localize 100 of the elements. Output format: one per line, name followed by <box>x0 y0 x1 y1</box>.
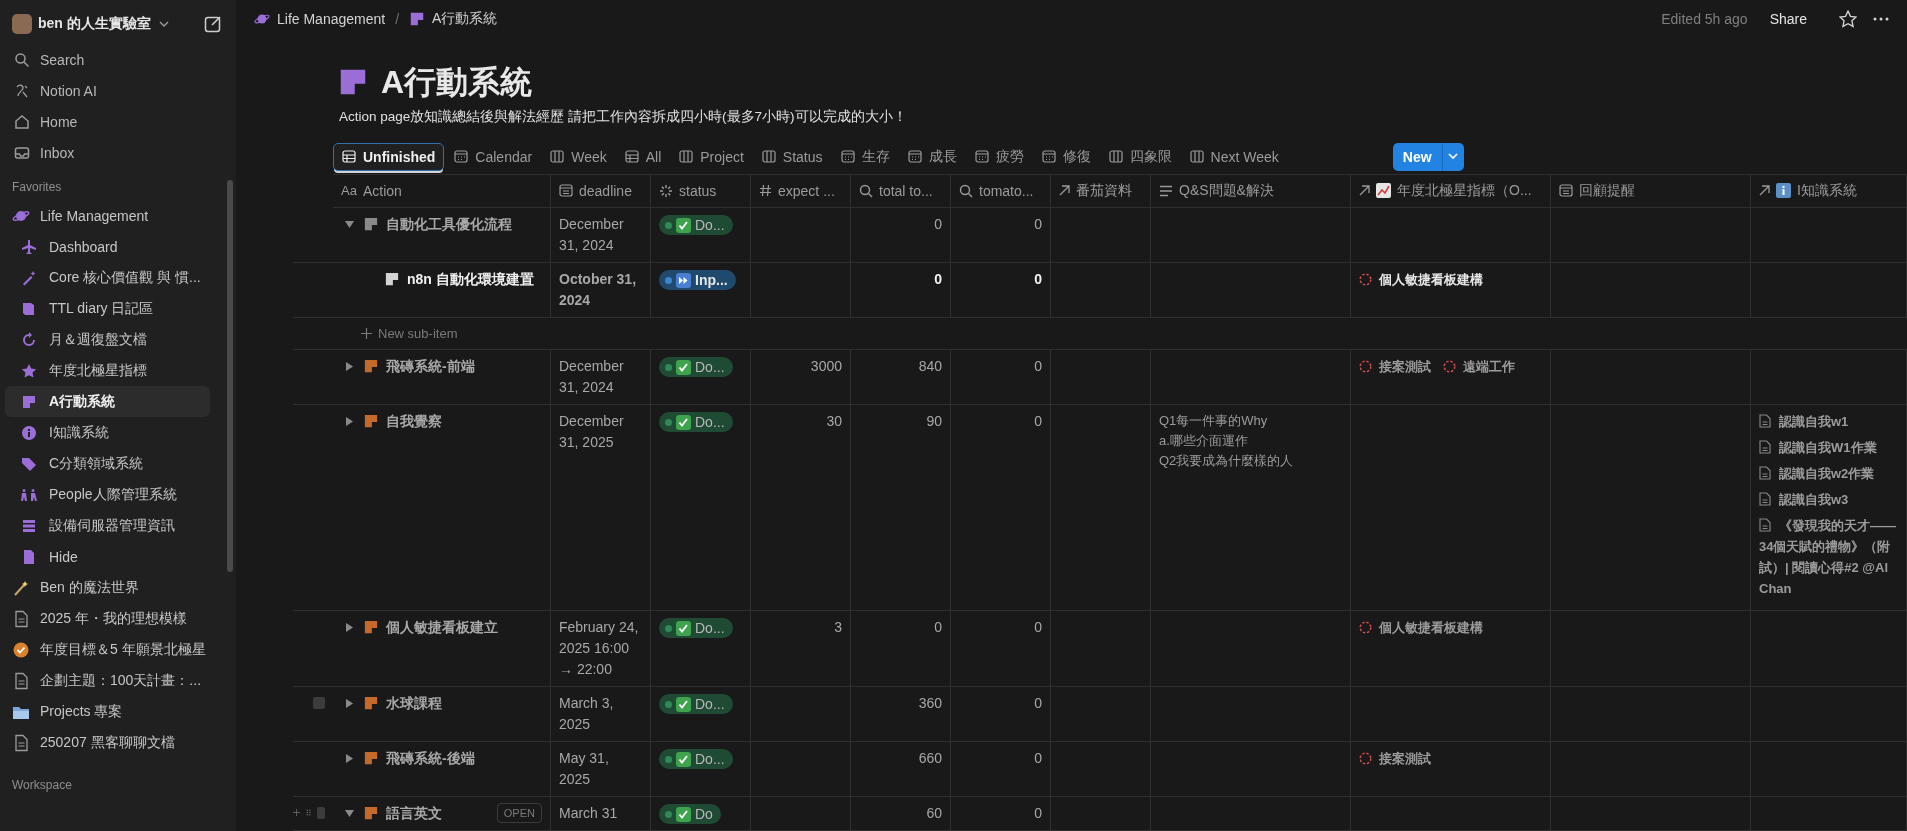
relation-link[interactable]: 遠端工作 <box>1443 355 1515 377</box>
sidebar-item[interactable]: 年度目標＆5 年願景北極星 <box>5 634 210 665</box>
collapse-triangle-icon[interactable] <box>345 808 354 818</box>
sidebar-item[interactable]: Projects 專案 <box>5 696 210 727</box>
sidebar-item[interactable]: Dashboard <box>5 231 210 262</box>
sidebar-item[interactable]: 2025 年・我的理想模樣 <box>5 603 210 634</box>
section-title: Favorites <box>11 179 63 196</box>
avatar-icon[interactable] <box>12 14 32 34</box>
breadcrumb-link[interactable]: Life Management <box>254 10 386 27</box>
table-cell[interactable]: 飛磚系統-後端 <box>333 741 551 796</box>
open-button[interactable]: OPEN <box>496 802 542 823</box>
relation-link[interactable]: 接案測試 <box>1359 355 1431 377</box>
expand-triangle-icon[interactable] <box>345 622 354 632</box>
view-tab[interactable]: Unfinished <box>333 142 445 171</box>
view-tab[interactable]: Status <box>753 142 831 171</box>
view-tab[interactable]: 疲勞 <box>966 142 1032 171</box>
table-cell[interactable]: 自動化工具優化流程 <box>333 207 551 262</box>
column-header[interactable]: Q&S問題&解決 <box>1151 174 1351 207</box>
scrollbar[interactable] <box>227 180 233 572</box>
share-button[interactable]: Share <box>1763 6 1813 31</box>
caret-icon[interactable] <box>158 19 169 29</box>
relation-link[interactable]: 接案測試 <box>1359 747 1431 769</box>
sidebar-item[interactable]: I知識系統 <box>5 417 210 448</box>
column-header[interactable]: tomato... <box>951 174 1051 207</box>
more-icon[interactable] <box>1873 16 1889 21</box>
table-cell[interactable]: 自我覺察 <box>333 404 551 610</box>
table-cell[interactable]: n8n 自動化環境建置 <box>333 262 551 317</box>
sidebar-item[interactable]: 月＆週復盤文檔 <box>5 324 210 355</box>
sidebar-item[interactable]: Core 核心價值觀 與 慣... <box>5 262 210 293</box>
sidebar-item[interactable]: 企劃主題：100天計畫：... <box>5 665 210 696</box>
sidebar-item[interactable]: Hide <box>5 541 210 572</box>
sidebar-item[interactable]: C分類領域系統 <box>5 448 210 479</box>
table-cell[interactable]: 水球課程 <box>333 686 551 741</box>
status-tag: Do... <box>659 694 733 714</box>
column-header[interactable]: 年度北極星指標（O... <box>1351 174 1551 207</box>
sidebar-item[interactable]: 250207 黑客聊聊文檔 <box>5 727 210 758</box>
number-text: 660 <box>918 749 942 766</box>
column-header[interactable]: I知識系統 <box>1751 174 1907 207</box>
sidebar-item[interactable]: Life Management <box>5 200 210 231</box>
nav-item[interactable]: Search <box>5 44 228 75</box>
note-icon[interactable] <box>339 67 367 96</box>
column-header[interactable]: Aa Action <box>333 174 551 207</box>
row-checkbox[interactable] <box>313 696 325 709</box>
view-tab[interactable]: Project <box>671 142 752 171</box>
view-tab[interactable]: 生存 <box>832 142 898 171</box>
page-link[interactable]: 認識自我w2作業 <box>1759 462 1875 484</box>
workspace-name[interactable]: ben 的人生實驗室 <box>38 15 151 33</box>
column-header[interactable]: 番茄資料 <box>1051 174 1151 207</box>
sidebar-item[interactable]: 設備伺服器管理資訊 <box>5 510 210 541</box>
sidebar-item[interactable]: People人際管理系統 <box>5 479 210 510</box>
new-sub-item-button[interactable]: New sub-item <box>333 317 458 349</box>
expand-triangle-icon[interactable] <box>345 361 354 371</box>
view-tab[interactable]: All <box>616 142 670 171</box>
row-checkbox[interactable] <box>317 806 325 819</box>
table-cell[interactable]: 個人敏捷看板建立 <box>333 610 551 686</box>
view-tab[interactable]: Calendar <box>446 142 541 171</box>
new-button[interactable]: New <box>1392 142 1442 171</box>
page-link[interactable]: 《發現我的天才——34個天賦的禮物》（附試）| 閱讀心得#2 @Al Chan <box>1759 514 1898 599</box>
view-tab[interactable]: 四象限 <box>1100 142 1180 171</box>
collapse-triangle-icon[interactable] <box>345 219 354 229</box>
relation-link[interactable]: 個人敏捷看板建構 <box>1359 268 1483 290</box>
search-icon <box>959 183 973 198</box>
check-icon <box>676 751 691 767</box>
nav-item[interactable]: Notion AI <box>5 75 228 106</box>
column-header[interactable]: 回顧提醒 <box>1551 174 1751 207</box>
sidebar-item[interactable]: TTL diary 日記區 <box>5 293 210 324</box>
sidebar-item[interactable]: 年度北極星指標 <box>5 355 210 386</box>
nav-item[interactable]: Home <box>5 106 228 137</box>
nav-item[interactable]: Inbox <box>5 137 228 168</box>
breadcrumb-link[interactable]: A行動系統 <box>409 9 498 28</box>
number-text: 3 <box>834 618 842 635</box>
star-icon[interactable] <box>1839 9 1857 28</box>
page-title[interactable]: A行動系統 <box>381 61 533 102</box>
compose-icon[interactable] <box>204 15 222 33</box>
page-link[interactable]: 認識自我W1作業 <box>1759 436 1877 458</box>
sidebar-item[interactable]: A行動系統 <box>5 386 210 417</box>
hash-icon <box>759 184 772 197</box>
column-header[interactable]: total to... <box>851 174 951 207</box>
page-link[interactable]: 認識自我w3 <box>1759 488 1849 510</box>
add-icon[interactable] <box>293 806 301 818</box>
tag-icon <box>21 455 37 472</box>
expand-triangle-icon[interactable] <box>345 698 354 708</box>
table-cell[interactable]: 飛磚系統-前端 <box>333 349 551 404</box>
column-header[interactable]: expect ... <box>751 174 851 207</box>
relation-link[interactable]: 個人敏捷看板建構 <box>1359 616 1483 638</box>
expand-triangle-icon[interactable] <box>345 753 354 763</box>
table-cell[interactable]: 語言英文 OPEN <box>333 796 551 830</box>
check-icon <box>676 620 691 636</box>
page-link[interactable]: 認識自我w1 <box>1759 410 1849 432</box>
column-header[interactable]: deadline <box>551 174 651 207</box>
sidebar-item[interactable]: Ben 的魔法世界 <box>5 572 210 603</box>
view-tab[interactable]: 修復 <box>1033 142 1099 171</box>
view-tab[interactable]: 成長 <box>899 142 965 171</box>
view-tab[interactable]: Week <box>542 142 615 171</box>
column-header[interactable]: status <box>651 174 751 207</box>
expand-triangle-icon[interactable] <box>345 416 354 426</box>
page-icon <box>12 609 30 628</box>
new-dropdown-button[interactable] <box>1441 142 1464 171</box>
caret-icon <box>1448 153 1459 160</box>
view-tab[interactable]: Next Week <box>1181 142 1287 171</box>
